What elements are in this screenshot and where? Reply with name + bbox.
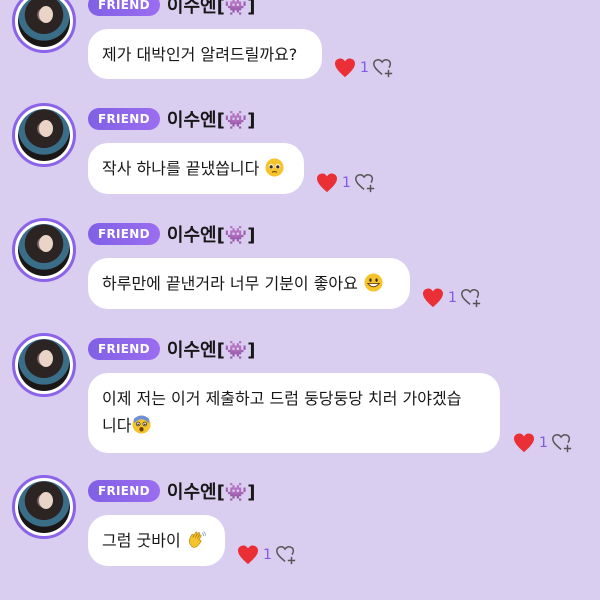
message-text: 그럼 굿바이	[102, 531, 181, 550]
message-text-line-row: 니다	[102, 412, 486, 439]
message-bubble[interactable]: 작사 하나를 끝냈씁니다	[88, 143, 304, 194]
pleading-face-icon	[265, 158, 284, 177]
message-text: 작사 하나를 끝냈씁니다	[102, 159, 260, 178]
sender-row: FRIEND 이수엔[👾]	[88, 222, 255, 246]
friend-badge: FRIEND	[88, 0, 160, 16]
friend-badge: FRIEND	[88, 480, 160, 502]
message-bubble[interactable]: 제가 대박인거 알려드릴까요?	[88, 29, 322, 79]
like-count: 1	[263, 547, 272, 563]
reaction-bar: 1	[237, 543, 297, 567]
sender-name: 이수엔[👾]	[166, 482, 256, 503]
sender-row: FRIEND 이수엔[👾]	[88, 479, 255, 503]
reaction-bar: 1	[422, 286, 482, 310]
avatar[interactable]	[12, 333, 76, 397]
like-count: 1	[360, 60, 369, 76]
avatar[interactable]	[12, 475, 76, 539]
heart-icon[interactable]	[316, 173, 338, 193]
friend-badge: FRIEND	[88, 223, 160, 245]
avatar-face	[39, 350, 53, 367]
add-reaction-icon[interactable]	[372, 57, 394, 79]
reaction-bar: 1	[316, 171, 376, 195]
add-reaction-icon[interactable]	[275, 544, 297, 566]
like-count: 1	[342, 175, 351, 191]
grinning-face-icon	[364, 273, 383, 292]
add-reaction-icon[interactable]	[551, 432, 573, 454]
message-bubble[interactable]: 하루만에 끝낸거라 너무 기분이 좋아요	[88, 258, 410, 309]
heart-icon[interactable]	[334, 58, 356, 78]
message-text: 하루만에 끝낸거라 너무 기분이 좋아요	[102, 274, 358, 293]
heart-icon[interactable]	[513, 433, 535, 453]
fearful-face-icon	[132, 415, 151, 434]
sender-name: 이수엔[👾]	[166, 110, 256, 131]
avatar-face	[39, 235, 53, 252]
friend-badge: FRIEND	[88, 338, 160, 360]
like-count: 1	[539, 435, 548, 451]
message-text: 제가 대박인거 알려드릴까요?	[102, 45, 298, 64]
reaction-bar: 1	[334, 56, 394, 80]
message-bubble[interactable]: 그럼 굿바이	[88, 515, 225, 566]
message-text-line: 이제 저는 이거 제출하고 드럼 둥당둥당 치러 가야겠습	[102, 389, 462, 408]
message-bubble[interactable]: 이제 저는 이거 제출하고 드럼 둥당둥당 치러 가야겠습 니다	[88, 373, 500, 453]
heart-icon[interactable]	[422, 288, 444, 308]
sender-name: 이수엔[👾]	[166, 340, 256, 361]
avatar[interactable]	[12, 218, 76, 282]
avatar-face	[39, 120, 53, 137]
waving-hand-icon	[188, 531, 206, 548]
sender-row: FRIEND 이수엔[👾]	[88, 337, 255, 361]
add-reaction-icon[interactable]	[460, 287, 482, 309]
friend-badge: FRIEND	[88, 108, 160, 130]
message-text-line: 니다	[102, 416, 132, 435]
like-count: 1	[448, 290, 457, 306]
sender-row: FRIEND 이수엔[👾]	[88, 0, 255, 17]
sender-row: FRIEND 이수엔[👾]	[88, 107, 255, 131]
heart-icon[interactable]	[237, 545, 259, 565]
avatar-face	[39, 6, 53, 23]
avatar[interactable]	[12, 103, 76, 167]
avatar[interactable]	[12, 0, 76, 53]
add-reaction-icon[interactable]	[354, 172, 376, 194]
sender-name: 이수엔[👾]	[166, 0, 256, 17]
reaction-bar: 1	[513, 431, 573, 455]
avatar-face	[39, 492, 53, 509]
sender-name: 이수엔[👾]	[166, 225, 256, 246]
